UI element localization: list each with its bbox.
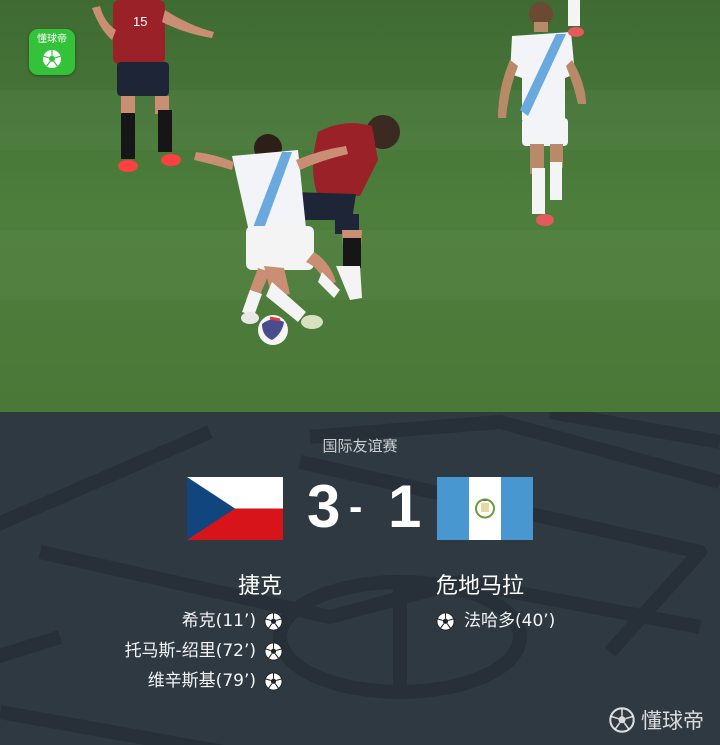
soccer-ball-icon [43,50,61,68]
soccer-ball-icon [609,707,635,733]
away-scorers-list: 法哈多(40’) [436,606,555,636]
soccer-ball-icon [436,611,455,631]
app-logo: 懂球帝 [29,29,75,75]
scorer-name: 希克(11’) [181,611,256,631]
score-panel: 国际友谊赛 3 - 1 捷克 危地马拉 希克(11’) 托马斯-绍里(72’) … [0,412,720,745]
scorer-name: 托马斯-绍里(72’) [124,641,256,661]
competition-name: 国际友谊赛 [322,437,398,455]
pitch-lines-background [0,412,720,745]
watermark-text: 懂球帝 [641,709,704,733]
app-logo-text: 懂球帝 [37,34,67,45]
away-score: 1 [388,473,422,540]
home-scorers-list: 希克(11’) 托马斯-绍里(72’) 维辛斯基(79’) [125,606,283,696]
home-score: 3 [307,473,341,540]
match-photo: 15 懂球帝 [0,0,720,412]
home-scorer: 维辛斯基(79’) [125,666,283,696]
scorer-name: 维辛斯基(79’) [147,671,256,691]
score-separator: - [349,485,363,529]
soccer-ball-icon [264,611,283,631]
soccer-ball-icon [264,641,283,661]
away-team-name: 危地马拉 [436,574,525,599]
home-scorer: 托马斯-绍里(72’) [125,636,283,666]
soccer-ball-icon [264,671,283,691]
home-scorer: 希克(11’) [125,606,283,636]
match-card: 15 懂球帝 国际友谊赛 3 - 1 捷克 危地马拉 希克(11’) 托马斯-绍… [0,0,720,745]
away-scorer: 法哈多(40’) [436,606,555,636]
home-team-name: 捷克 [237,574,282,599]
scorer-name: 法哈多(40’) [464,611,556,631]
guatemala-flag [437,477,533,540]
svg-text:15: 15 [133,14,147,29]
watermark: 懂球帝 [609,705,704,735]
czech-flag [187,477,283,540]
